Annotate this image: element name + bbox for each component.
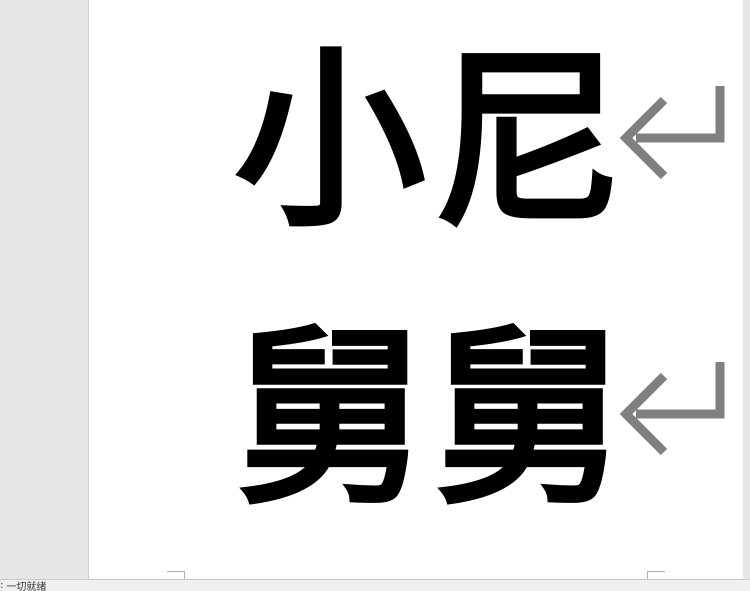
- document-line-2[interactable]: 舅舅: [234, 305, 630, 535]
- status-bar: : 一切就绪: [0, 579, 750, 591]
- document-line-text[interactable]: 小尼: [234, 47, 630, 239]
- return-arrow-icon: [619, 86, 725, 180]
- document-workspace: 小尼 舅舅: [0, 0, 750, 581]
- document-line-1[interactable]: 小尼: [234, 28, 630, 258]
- document-line-text[interactable]: 舅舅: [234, 324, 630, 516]
- status-text: 一切就绪: [6, 582, 47, 591]
- workspace-right-margin: [743, 0, 750, 579]
- document-page[interactable]: 小尼 舅舅: [88, 0, 744, 581]
- return-arrow-icon: [619, 362, 725, 456]
- status-prefix: :: [0, 580, 4, 591]
